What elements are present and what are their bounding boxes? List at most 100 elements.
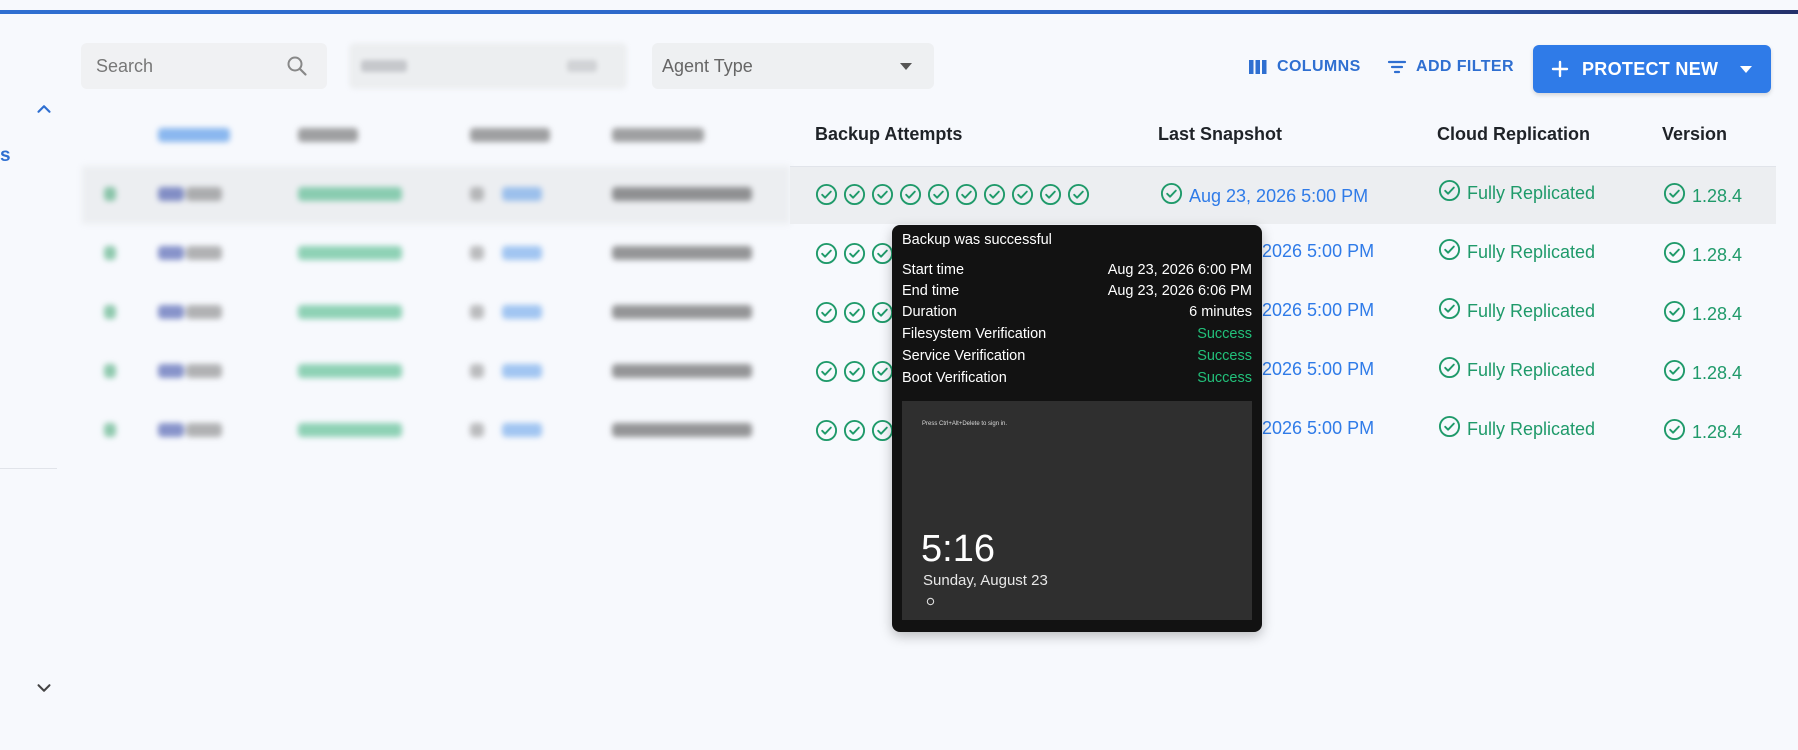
backup-success-icon[interactable] <box>815 301 838 329</box>
version-check-icon <box>1663 359 1686 387</box>
backup-success-icon[interactable] <box>955 183 978 211</box>
version-cell: 1.28.4 <box>1663 300 1742 328</box>
backup-success-icon[interactable] <box>871 360 894 388</box>
tooltip-detail-label: End time <box>902 283 960 299</box>
tooltip-detail-label: Boot Verification <box>902 370 1007 386</box>
tooltip-detail-label: Filesystem Verification <box>902 326 1047 342</box>
version-cell: 1.28.4 <box>1663 418 1742 446</box>
version-value: 1.28.4 <box>1692 244 1743 265</box>
replication-check-icon <box>1438 356 1461 384</box>
backup-success-icon[interactable] <box>871 419 894 447</box>
filter-icon <box>1387 60 1407 74</box>
columns-icon <box>1249 60 1267 74</box>
chevron-down-icon[interactable] <box>33 677 55 699</box>
backup-success-icon[interactable] <box>843 242 866 270</box>
protect-new-label: PROTECT NEW <box>1582 59 1719 79</box>
version-check-icon <box>1663 182 1686 210</box>
last-snapshot-link[interactable]: 2026 5:00 PM <box>1262 418 1374 439</box>
backup-success-icon[interactable] <box>843 360 866 388</box>
chevron-up-icon[interactable] <box>33 98 55 120</box>
backup-success-icon[interactable] <box>1011 183 1034 211</box>
backup-attempts-cell <box>815 360 894 388</box>
backup-success-icon[interactable] <box>871 301 894 329</box>
backup-success-icon[interactable] <box>815 242 838 270</box>
backup-success-icon[interactable] <box>843 183 866 211</box>
version-value: 1.28.4 <box>1692 421 1743 442</box>
sidebar-item-label[interactable]: s <box>0 145 11 167</box>
cloud-replication-cell: Fully Replicated <box>1438 297 1595 325</box>
protect-new-button[interactable]: PROTECT NEW <box>1533 45 1771 93</box>
tooltip-detail-row: Filesystem Verification Success <box>902 326 1252 342</box>
replication-check-icon <box>1438 297 1461 325</box>
backup-success-icon[interactable] <box>899 183 922 211</box>
version-value: 1.28.4 <box>1692 362 1743 383</box>
version-cell: 1.28.4 <box>1663 241 1742 269</box>
backup-success-icon[interactable] <box>815 419 838 447</box>
last-snapshot-link[interactable]: 2026 5:00 PM <box>1262 241 1374 262</box>
backup-success-icon[interactable] <box>871 183 894 211</box>
cloud-replication-cell: Fully Replicated <box>1438 238 1595 266</box>
columns-button[interactable]: COLUMNS <box>1247 56 1361 78</box>
tooltip-detail-row: Start time Aug 23, 2026 6:00 PM <box>902 262 1252 278</box>
version-cell: 1.28.4 <box>1663 182 1742 210</box>
backup-success-icon[interactable] <box>983 183 1006 211</box>
backup-success-icon[interactable] <box>843 301 866 329</box>
replication-status: Fully Replicated <box>1467 241 1596 262</box>
header-version[interactable]: Version <box>1662 124 1727 145</box>
header-last-snapshot[interactable]: Last Snapshot <box>1158 124 1282 145</box>
last-snapshot-link[interactable]: 2026 5:00 PM <box>1262 359 1374 380</box>
lock-screen-hint: Press Ctrl+Alt+Delete to sign in. <box>922 421 1008 427</box>
replication-status: Fully Replicated <box>1467 182 1596 203</box>
top-accent-bar <box>0 10 1798 14</box>
tooltip-detail-value: Aug 23, 2026 6:00 PM <box>1107 262 1252 278</box>
last-snapshot-cell[interactable]: 2026 5:00 PM <box>1262 359 1374 380</box>
columns-label: COLUMNS <box>1277 58 1361 75</box>
search-placeholder: Search <box>96 56 154 76</box>
tooltip-detail-label: Start time <box>902 262 965 278</box>
search-icon[interactable] <box>285 54 309 78</box>
last-snapshot-cell[interactable]: 2026 5:00 PM <box>1262 241 1374 262</box>
last-snapshot-cell[interactable]: 2026 5:00 PM <box>1262 418 1374 439</box>
last-snapshot-link[interactable]: 2026 5:00 PM <box>1262 300 1374 321</box>
tooltip-detail-value: Success <box>1197 326 1252 342</box>
tooltip-detail-label: Service Verification <box>902 348 1026 364</box>
cloud-replication-cell: Fully Replicated <box>1438 415 1595 443</box>
backup-success-icon[interactable] <box>1067 183 1090 211</box>
version-value: 1.28.4 <box>1692 185 1743 206</box>
tooltip-detail-row: Duration 6 minutes <box>902 304 1252 320</box>
backup-success-icon[interactable] <box>871 242 894 270</box>
last-snapshot-cell[interactable]: Aug 23, 2026 5:00 PM <box>1160 182 1368 210</box>
backup-details-tooltip: Backup was successful Start time Aug 23, … <box>892 225 1262 632</box>
plus-icon <box>1551 60 1569 78</box>
replication-status: Fully Replicated <box>1467 359 1596 380</box>
snapshot-check-icon <box>1160 182 1183 210</box>
backup-success-icon[interactable] <box>1039 183 1062 211</box>
header-backup-attempts[interactable]: Backup Attempts <box>815 124 962 145</box>
lock-screen-date: Sunday, August 23 <box>923 572 1048 589</box>
agent-type-select[interactable]: Agent Type <box>652 43 934 89</box>
backup-attempts-cell <box>815 419 894 447</box>
backup-success-icon[interactable] <box>815 183 838 211</box>
add-filter-button[interactable]: ADD FILTER <box>1386 56 1514 78</box>
header-cloud-replication[interactable]: Cloud Replication <box>1437 124 1590 145</box>
version-check-icon <box>1663 300 1686 328</box>
version-check-icon <box>1663 241 1686 269</box>
boot-screenshot: Press Ctrl+Alt+Delete to sign in. 5:16 S… <box>902 401 1252 620</box>
backup-success-icon[interactable] <box>843 419 866 447</box>
backup-attempts-cell <box>815 242 894 270</box>
last-snapshot-link[interactable]: Aug 23, 2026 5:00 PM <box>1189 186 1368 207</box>
blurred-filter-select[interactable] <box>349 43 627 89</box>
dropdown-caret-icon[interactable] <box>1739 64 1753 74</box>
tooltip-detail-label: Duration <box>902 304 957 320</box>
last-snapshot-cell[interactable]: 2026 5:00 PM <box>1262 300 1374 321</box>
tooltip-detail-row: End time Aug 23, 2026 6:06 PM <box>902 283 1252 299</box>
lock-screen-time: 5:16 <box>921 528 995 570</box>
version-cell: 1.28.4 <box>1663 359 1742 387</box>
network-icon <box>926 597 935 606</box>
agent-type-label: Agent Type <box>662 56 753 76</box>
backup-success-icon[interactable] <box>815 360 838 388</box>
tooltip-detail-value: 6 minutes <box>1189 304 1252 320</box>
version-check-icon <box>1663 418 1686 446</box>
backup-success-icon[interactable] <box>927 183 950 211</box>
search-input[interactable]: Search <box>81 43 327 89</box>
